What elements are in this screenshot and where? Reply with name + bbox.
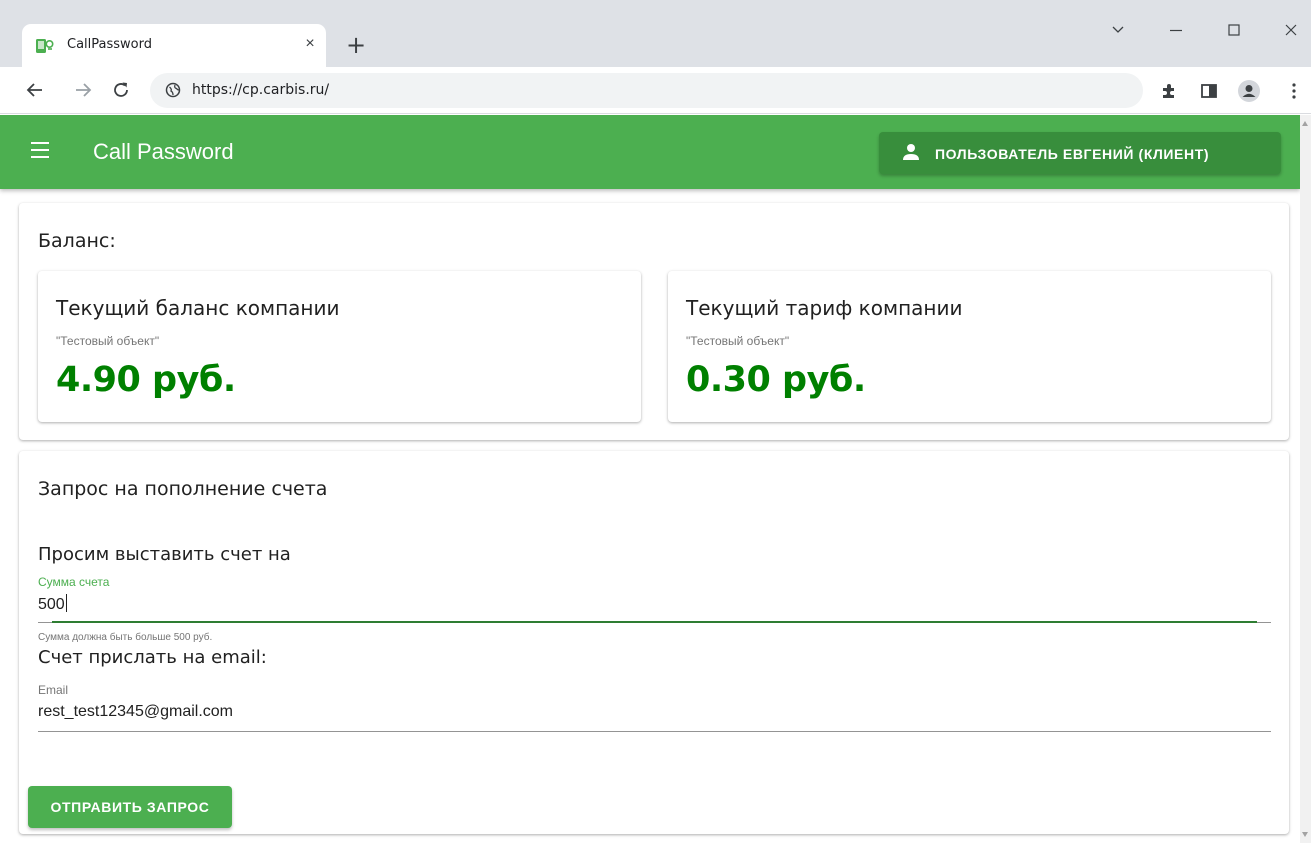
close-icon[interactable] (1279, 18, 1303, 42)
extensions-icon[interactable] (1159, 81, 1179, 101)
amount-input-value: 500 (38, 596, 65, 613)
browser-tab[interactable]: CallPassword × (22, 24, 326, 67)
balance-heading: Баланс: (38, 230, 116, 252)
more-icon[interactable] (1284, 81, 1304, 101)
submit-request-button[interactable]: ОТПРАВИТЬ ЗАПРОС (28, 786, 232, 828)
user-button[interactable]: ПОЛЬЗОВАТЕЛЬ ЕВГЕНИЙ (КЛИЕНТ) (879, 132, 1281, 174)
browser-toolbar: https://cp.carbis.ru/ (0, 67, 1311, 114)
balance-section: Баланс: Текущий баланс компании "Тестовы… (19, 203, 1289, 440)
scroll-up-icon[interactable] (1302, 121, 1308, 126)
menu-icon[interactable] (31, 142, 51, 158)
page-viewport: Call Password ПОЛЬЗОВАТЕЛЬ ЕВГЕНИЙ (КЛИЕ… (0, 115, 1300, 843)
invoice-text: Просим выставить счет на (38, 544, 291, 565)
back-icon[interactable] (24, 79, 46, 101)
email-field-label: Email (38, 683, 69, 697)
maximize-icon[interactable] (1222, 18, 1246, 42)
new-tab-button[interactable]: + (344, 33, 368, 57)
tariff-card: Текущий тариф компании "Тестовый объект"… (668, 271, 1271, 422)
tab-title: CallPassword (67, 37, 152, 52)
app-favicon-icon (36, 39, 54, 53)
topup-request-section: Запрос на пополнение счета Просим выстав… (19, 451, 1289, 834)
tab-close-icon[interactable]: × (300, 34, 320, 54)
tariff-amount: 0.30 руб. (686, 360, 866, 400)
email-field-underline (38, 731, 1271, 732)
forward-icon[interactable] (72, 79, 94, 101)
balance-amount: 4.90 руб. (56, 360, 236, 400)
app-bar: Call Password ПОЛЬЗОВАТЕЛЬ ЕВГЕНИЙ (КЛИЕ… (0, 115, 1300, 189)
address-bar[interactable]: https://cp.carbis.ru/ (150, 73, 1143, 108)
balance-card: Текущий баланс компании "Тестовый объект… (38, 271, 641, 422)
tariff-card-title: Текущий тариф компании (686, 296, 963, 320)
amount-field-active-underline (52, 621, 1257, 623)
email-text: Счет прислать на email: (38, 647, 267, 668)
person-icon (903, 144, 919, 160)
site-info-icon[interactable] (165, 82, 181, 98)
amount-input[interactable]: 500 (38, 594, 67, 614)
profile-icon[interactable] (1237, 79, 1261, 103)
reload-icon[interactable] (110, 79, 132, 101)
browser-tabstrip: CallPassword × + (0, 0, 1311, 67)
app-title: Call Password (93, 139, 234, 164)
balance-card-subtitle: "Тестовый объект" (56, 334, 160, 348)
minimize-icon[interactable] (1164, 18, 1188, 42)
amount-field-label: Сумма счета (38, 575, 110, 589)
amount-field-hint: Сумма должна быть больше 500 руб. (38, 632, 213, 643)
tariff-card-subtitle: "Тестовый объект" (686, 334, 790, 348)
scroll-down-icon[interactable] (1302, 832, 1308, 837)
scrollbar[interactable] (1300, 115, 1311, 843)
email-input[interactable]: rest_test12345@gmail.com (38, 703, 233, 721)
balance-card-title: Текущий баланс компании (56, 296, 340, 320)
text-caret (65, 594, 67, 612)
url-text: https://cp.carbis.ru/ (192, 82, 330, 98)
side-panel-icon[interactable] (1199, 81, 1219, 101)
request-heading: Запрос на пополнение счета (38, 478, 328, 500)
chevron-down-icon[interactable] (1106, 18, 1130, 42)
user-button-label: ПОЛЬЗОВАТЕЛЬ ЕВГЕНИЙ (КЛИЕНТ) (935, 146, 1210, 162)
